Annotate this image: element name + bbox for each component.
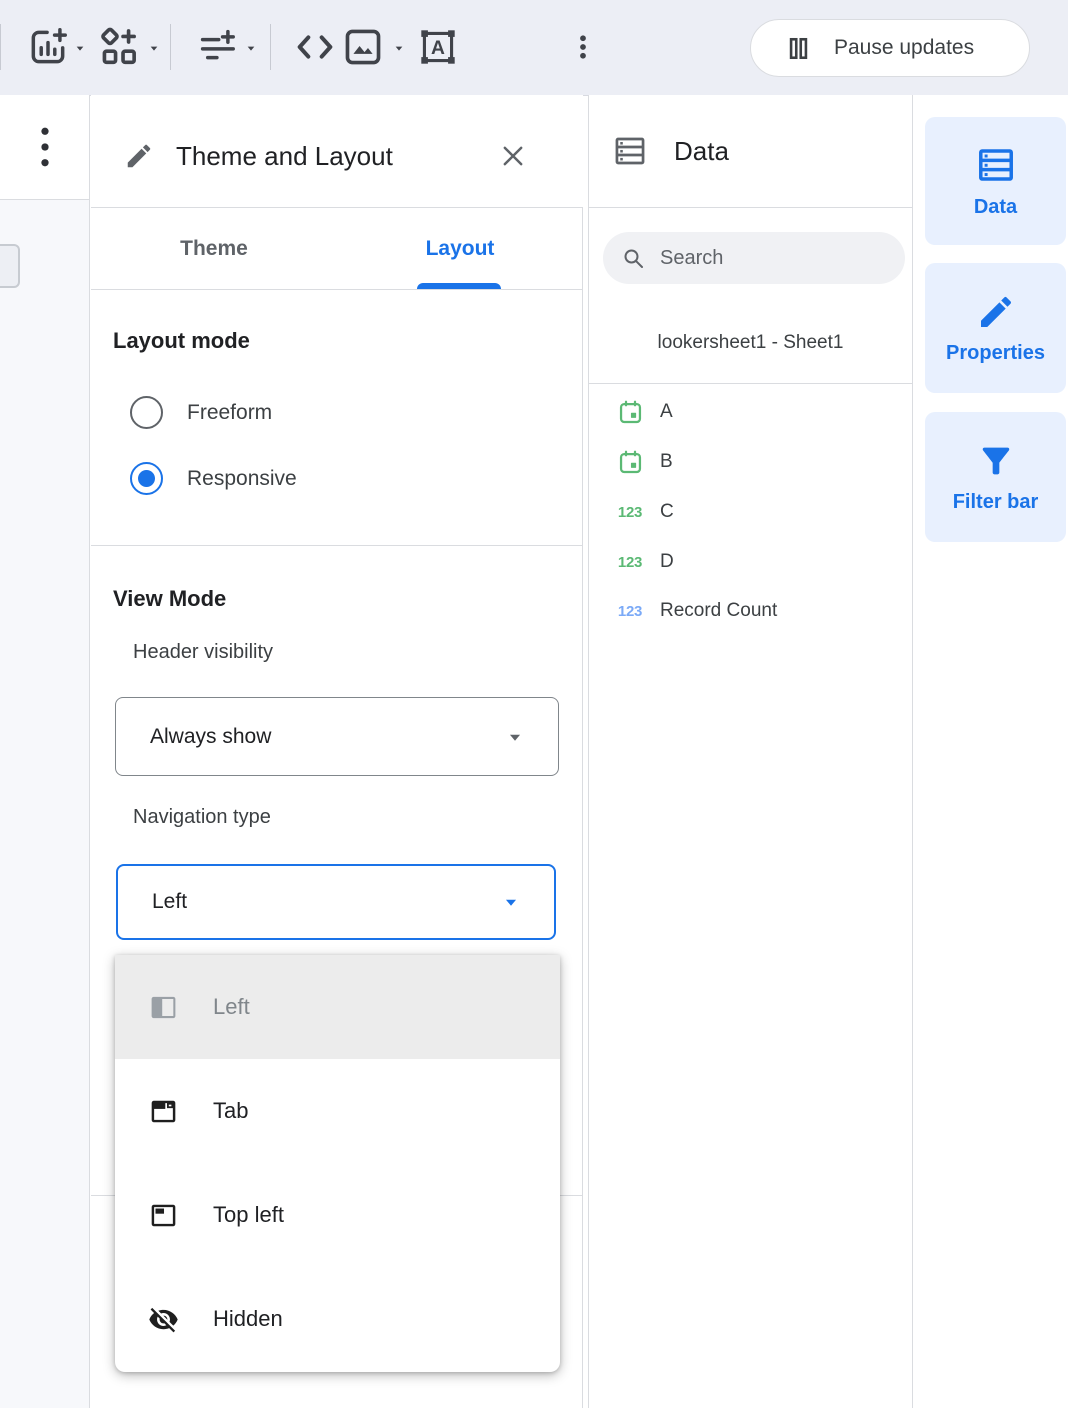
looker-studio-editor: A Pause updates Theme and Layout Theme L… <box>0 0 1068 1408</box>
navigation-type-value: Left <box>152 890 187 914</box>
menu-item-tab[interactable]: Tab <box>115 1059 560 1163</box>
pause-updates-label: Pause updates <box>834 36 974 60</box>
field-row-a[interactable]: A <box>588 387 912 437</box>
community-visualization-dropdown-caret[interactable] <box>146 40 162 56</box>
tab-layout[interactable]: Layout <box>337 208 583 289</box>
add-text-button[interactable]: A <box>416 25 460 69</box>
menu-item-label: Left <box>213 994 250 1020</box>
pause-updates-button[interactable]: Pause updates <box>750 19 1030 77</box>
left-panel-icon <box>148 992 179 1023</box>
tab-navigation-icon <box>148 1096 179 1127</box>
date-calendar-icon <box>617 449 644 476</box>
hidden-eye-off-icon <box>148 1304 179 1335</box>
radio-freeform[interactable] <box>130 396 163 429</box>
header-visibility-label: Header visibility <box>133 641 273 664</box>
divider <box>91 545 583 546</box>
report-canvas-edge <box>0 200 90 1408</box>
menu-item-label: Top left <box>213 1202 284 1228</box>
toolbar-separator <box>0 24 1 70</box>
field-row-b[interactable]: B <box>588 437 912 487</box>
image-icon <box>340 24 386 70</box>
add-control-icon <box>196 25 240 69</box>
metric-number-icon: 123 <box>618 603 642 620</box>
more-options-kebab-icon <box>568 32 598 62</box>
radio-freeform-label[interactable]: Freeform <box>187 401 272 425</box>
rail-properties-button[interactable]: Properties <box>925 263 1066 393</box>
field-row-d[interactable]: 123 D <box>588 537 912 587</box>
radio-selected-dot <box>138 470 155 487</box>
data-table-icon <box>975 144 1017 186</box>
navigation-type-select[interactable]: Left <box>116 864 556 940</box>
embed-code-icon <box>292 24 338 70</box>
navigation-type-menu: Left Tab Top left Hidden <box>115 955 560 1372</box>
data-source-table-icon <box>612 133 648 169</box>
add-community-visualization-button[interactable] <box>96 24 142 70</box>
pause-icon <box>785 35 812 62</box>
panel-title: Theme and Layout <box>176 141 393 172</box>
chevron-down-icon <box>500 891 522 913</box>
field-name: A <box>660 401 673 423</box>
edit-pencil-icon <box>124 141 154 171</box>
canvas-partial-element <box>0 244 20 288</box>
svg-text:A: A <box>431 38 445 59</box>
rail-data-button[interactable]: Data <box>925 117 1066 245</box>
view-mode-heading: View Mode <box>113 586 226 612</box>
header-visibility-select[interactable]: Always show <box>115 697 559 776</box>
layout-mode-heading: Layout mode <box>113 328 250 354</box>
header-visibility-value: Always show <box>150 725 271 749</box>
image-dropdown-caret[interactable] <box>391 40 407 56</box>
search-input[interactable] <box>658 246 882 271</box>
divider <box>91 289 583 290</box>
divider <box>589 383 912 384</box>
date-calendar-icon <box>617 399 644 426</box>
menu-item-left[interactable]: Left <box>115 955 560 1059</box>
properties-pencil-icon <box>976 292 1016 332</box>
menu-item-hidden[interactable]: Hidden <box>115 1267 560 1371</box>
search-icon <box>621 246 645 270</box>
field-name: D <box>660 551 674 573</box>
menu-item-top-left[interactable]: Top left <box>115 1163 560 1267</box>
number-type-icon: 123 <box>618 504 642 521</box>
radio-responsive[interactable] <box>130 462 163 495</box>
tab-theme[interactable]: Theme <box>91 208 337 289</box>
rail-properties-label: Properties <box>946 342 1045 365</box>
rail-data-label: Data <box>974 196 1017 219</box>
field-row-c[interactable]: 123 C <box>588 487 912 537</box>
embed-url-button[interactable] <box>292 24 338 70</box>
rail-filter-bar-button[interactable]: Filter bar <box>925 412 1066 542</box>
text-box-icon: A <box>416 25 460 69</box>
add-chart-button[interactable] <box>26 25 70 69</box>
menu-item-label: Hidden <box>213 1306 283 1332</box>
field-name: C <box>660 501 674 523</box>
menu-item-label: Tab <box>213 1098 248 1124</box>
radio-responsive-label[interactable]: Responsive <box>187 467 297 491</box>
data-panel-title: Data <box>674 136 729 167</box>
data-panel-header: Data <box>588 95 913 208</box>
field-row-record-count[interactable]: 123 Record Count <box>588 586 912 636</box>
field-search-box[interactable] <box>603 232 905 284</box>
close-icon[interactable] <box>499 142 527 170</box>
add-control-button[interactable] <box>196 25 240 69</box>
field-name: Record Count <box>660 600 777 622</box>
toolbar-separator <box>170 24 171 70</box>
add-chart-icon <box>26 25 70 69</box>
number-type-icon: 123 <box>618 554 642 571</box>
add-control-dropdown-caret[interactable] <box>243 40 259 56</box>
toolbar-more-options-button[interactable] <box>568 32 598 62</box>
page-more-options-kebab-icon[interactable] <box>30 124 60 170</box>
add-chart-dropdown-caret[interactable] <box>72 40 88 56</box>
navigation-type-label: Navigation type <box>133 806 271 829</box>
top-left-navigation-icon <box>148 1200 179 1231</box>
community-visualizations-icon <box>96 24 142 70</box>
filter-funnel-icon <box>976 441 1016 481</box>
page-options-box <box>0 95 90 200</box>
data-source-name: lookersheet1 - Sheet1 <box>588 332 913 354</box>
rail-filter-bar-label: Filter bar <box>953 491 1039 514</box>
add-image-button[interactable] <box>340 24 386 70</box>
field-name: B <box>660 451 673 473</box>
toolbar-separator <box>270 24 271 70</box>
chevron-down-icon <box>504 726 526 748</box>
data-panel <box>588 95 913 1408</box>
